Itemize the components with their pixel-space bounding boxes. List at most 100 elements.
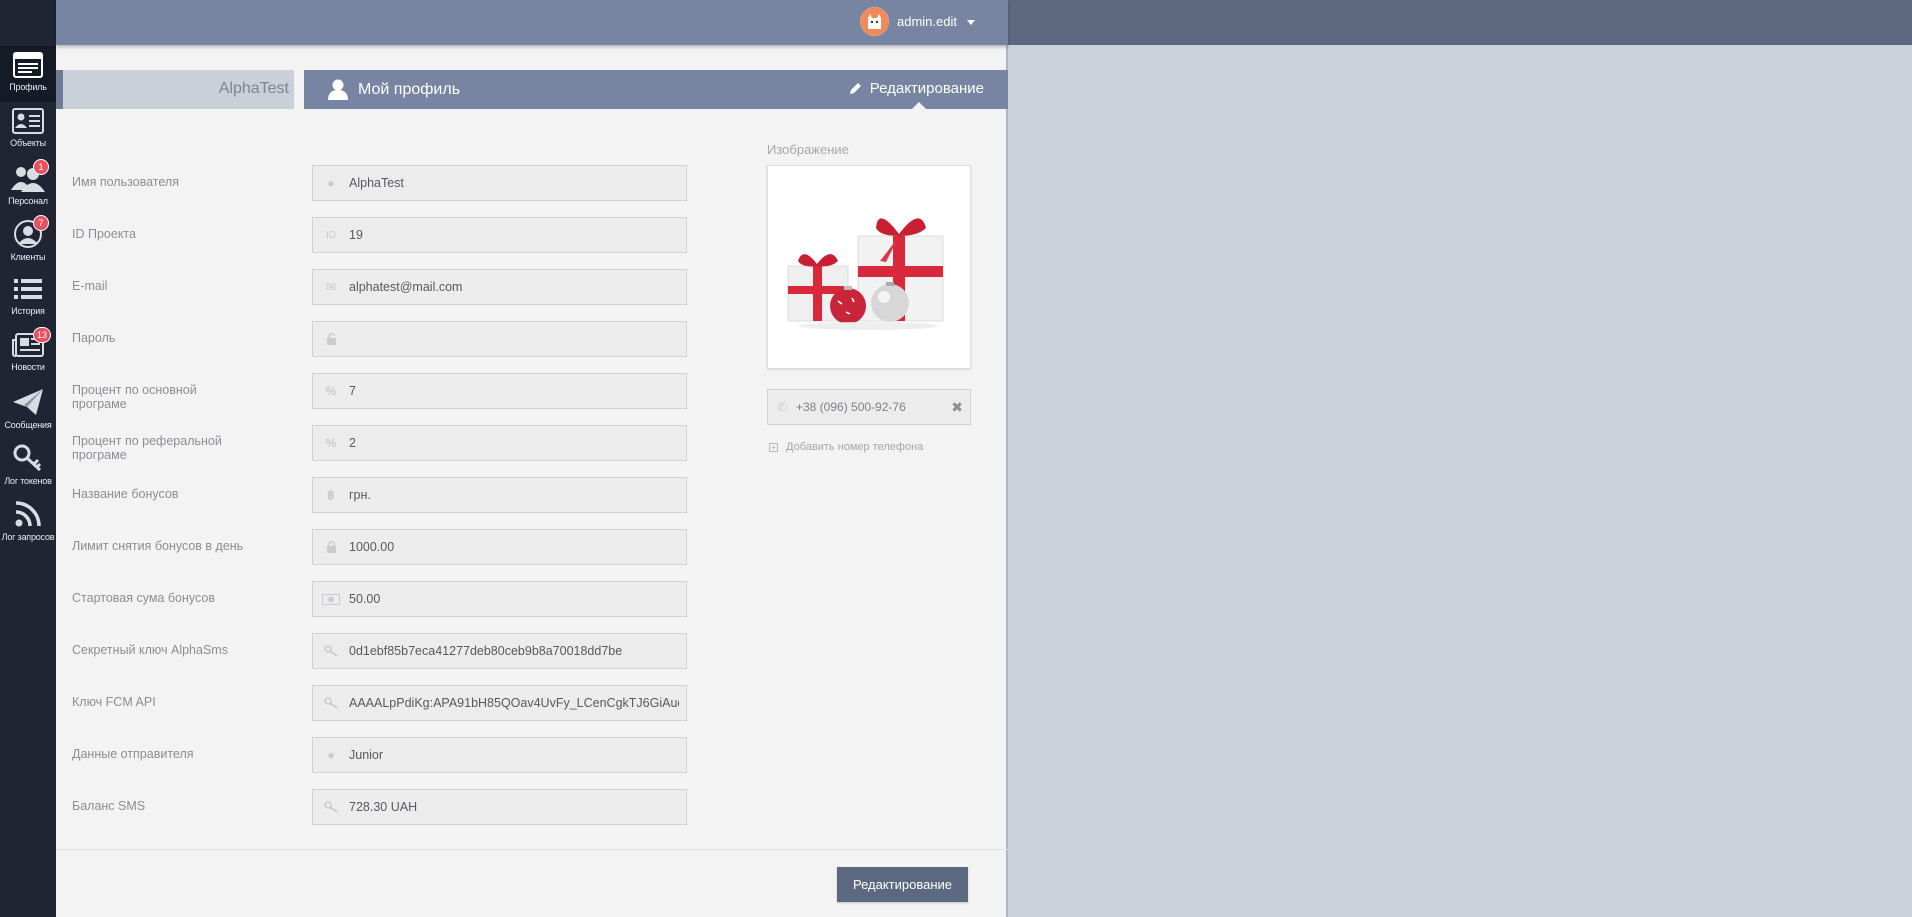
- sidebar-item-label: Клиенты: [10, 252, 46, 262]
- sidebar-item-profile[interactable]: Профиль: [0, 46, 56, 102]
- main-percent-field[interactable]: % 7: [312, 373, 687, 409]
- profile-image[interactable]: [767, 165, 971, 369]
- sidebar-item-label: Лог запросов: [1, 532, 55, 542]
- bitcoin-icon: ฿: [327, 488, 335, 502]
- unlock-icon: [313, 333, 349, 345]
- form-row-daily-limit: Лимит снятия бонусов в день 1000.00: [72, 529, 687, 565]
- form-row-password: Пароль: [72, 321, 687, 357]
- id-icon: ID: [326, 229, 336, 241]
- field-value: 7: [349, 384, 356, 398]
- fcm-key-field[interactable]: AAAALpPdiKg:APA91bH85QOav4UvFy_LCenCgkTJ…: [312, 685, 687, 721]
- user-icon: ●: [327, 748, 335, 762]
- email-field[interactable]: ✉ alphatest@mail.com: [312, 269, 687, 305]
- bonus-name-field[interactable]: ฿ грн.: [312, 477, 687, 513]
- field-label: Ключ FCM API: [72, 695, 156, 709]
- field-value: 2: [349, 436, 356, 450]
- user-icon: [328, 79, 348, 100]
- form-row-project-id: ID Проекта ID 19: [72, 217, 687, 253]
- sidebar-item-token-log[interactable]: Лог токенов: [0, 438, 56, 494]
- referral-percent-field[interactable]: % 2: [312, 425, 687, 461]
- form-row-main-percent: Процент по основной програме % 7: [72, 373, 687, 411]
- form-row-sms-balance: Баланс SMS 728.30 UAH: [72, 789, 687, 825]
- username-field[interactable]: ● AlphaTest: [312, 165, 687, 201]
- add-phone-link[interactable]: + Добавить номер телефона: [769, 441, 923, 453]
- notification-badge: 1: [33, 159, 49, 175]
- sidebar-item-label: Лог токенов: [4, 476, 52, 486]
- phone-value: +38 (096) 500-92-76: [796, 400, 906, 414]
- top-bar: admin.edit: [56, 0, 1008, 45]
- user-menu[interactable]: admin.edit: [860, 7, 975, 36]
- project-name-label: AlphaTest: [218, 80, 289, 97]
- form-row-username: Имя пользователя ● AlphaTest: [72, 165, 687, 201]
- edit-button[interactable]: Редактирование: [837, 867, 968, 902]
- starting-bonus-field[interactable]: 50.00: [312, 581, 687, 617]
- key-icon: [313, 645, 349, 657]
- field-label: Лимит снятия бонусов в день: [72, 539, 244, 553]
- remove-phone-icon[interactable]: ✖: [951, 399, 963, 416]
- money-icon: [313, 593, 349, 605]
- plus-square-icon: +: [769, 442, 778, 452]
- objects-icon: [12, 108, 44, 134]
- sidebar-item-label: Персонал: [8, 196, 48, 206]
- form-row-starting-bonus: Стартовая сума бонусов 50.00: [72, 581, 687, 617]
- phone-field[interactable]: ✆ +38 (096) 500-92-76 ✖: [767, 389, 971, 425]
- avatar: [860, 7, 889, 36]
- field-value: грн.: [349, 488, 371, 502]
- sidebar-item-label: Сообщения: [4, 420, 52, 430]
- user-icon: ●: [327, 176, 335, 190]
- password-field[interactable]: [312, 321, 687, 357]
- field-label: Стартовая сума бонусов: [72, 591, 215, 605]
- field-value: AAAALpPdiKg:APA91bH85QOav4UvFy_LCenCgkTJ…: [349, 696, 679, 710]
- alphasms-key-field[interactable]: 0d1ebf85b7eca41277deb80ceb9b8a70018dd7be: [312, 633, 687, 669]
- sender-field[interactable]: ● Junior: [312, 737, 687, 773]
- field-value: 1000.00: [349, 540, 395, 554]
- field-label: Процент по реферальной програме: [72, 434, 222, 462]
- footer-divider: [56, 849, 1008, 850]
- sms-balance-field[interactable]: 728.30 UAH: [312, 789, 687, 825]
- gift-boxes-image: [768, 166, 970, 368]
- active-tab-indicator: [911, 102, 927, 110]
- field-value: 0d1ebf85b7eca41277deb80ceb9b8a70018dd7be: [349, 644, 623, 658]
- field-label: Имя пользователя: [72, 175, 179, 189]
- tab-project[interactable]: AlphaTest: [56, 70, 294, 109]
- notification-badge: 13: [33, 327, 52, 343]
- key-icon: [313, 697, 349, 709]
- form-row-sender: Данные отправителя ● Junior: [72, 737, 687, 773]
- sidebar-item-history[interactable]: История: [0, 270, 56, 326]
- notification-badge: 7: [33, 215, 49, 231]
- field-label: Секретный ключ AlphaSms: [72, 643, 228, 657]
- daily-limit-field[interactable]: 1000.00: [312, 529, 687, 565]
- sidebar-item-request-log[interactable]: Лог запросов: [0, 494, 56, 550]
- sidebar-item-staff[interactable]: 1 Персонал: [0, 158, 56, 214]
- sidebar-item-news[interactable]: 13 Новости: [0, 326, 56, 382]
- field-label: Процент по основной програме: [72, 383, 197, 411]
- field-label: ID Проекта: [72, 227, 136, 241]
- sidebar-item-messages[interactable]: Сообщения: [0, 382, 56, 438]
- sidebar-item-label: Профиль: [9, 82, 47, 92]
- chevron-down-icon: [966, 20, 975, 25]
- field-value: alphatest@mail.com: [349, 280, 463, 294]
- edit-tab-label: Редактирование: [869, 80, 984, 97]
- form-row-fcm-key: Ключ FCM API AAAALpPdiKg:APA91bH85QOav4U…: [72, 685, 687, 721]
- field-label: E-mail: [72, 279, 108, 293]
- profile-tab-header: Мой профиль Редактирование: [304, 70, 1008, 109]
- sidebar-item-clients[interactable]: 7 Клиенты: [0, 214, 56, 270]
- key-icon: [13, 444, 42, 472]
- sidebar-item-objects[interactable]: Объекты: [0, 102, 56, 158]
- add-phone-label: Добавить номер телефона: [786, 441, 924, 453]
- field-value: Junior: [349, 748, 384, 762]
- rss-icon: [15, 501, 41, 527]
- lock-icon: [313, 541, 349, 553]
- edit-tab[interactable]: Редактирование: [849, 80, 984, 97]
- envelope-icon: ✉: [325, 280, 337, 294]
- key-icon: [313, 801, 349, 813]
- form-row-bonus-name: Название бонусов ฿ грн.: [72, 477, 687, 513]
- field-label: Название бонусов: [72, 487, 179, 501]
- field-value: AlphaTest: [349, 176, 404, 190]
- profile-card-icon: [13, 52, 43, 78]
- sidebar-item-label: История: [11, 306, 45, 316]
- form-row-referral-percent: Процент по реферальной програме % 2: [72, 425, 687, 462]
- history-list-icon: [14, 279, 42, 299]
- paper-plane-icon: [13, 389, 43, 415]
- project-id-field[interactable]: ID 19: [312, 217, 687, 253]
